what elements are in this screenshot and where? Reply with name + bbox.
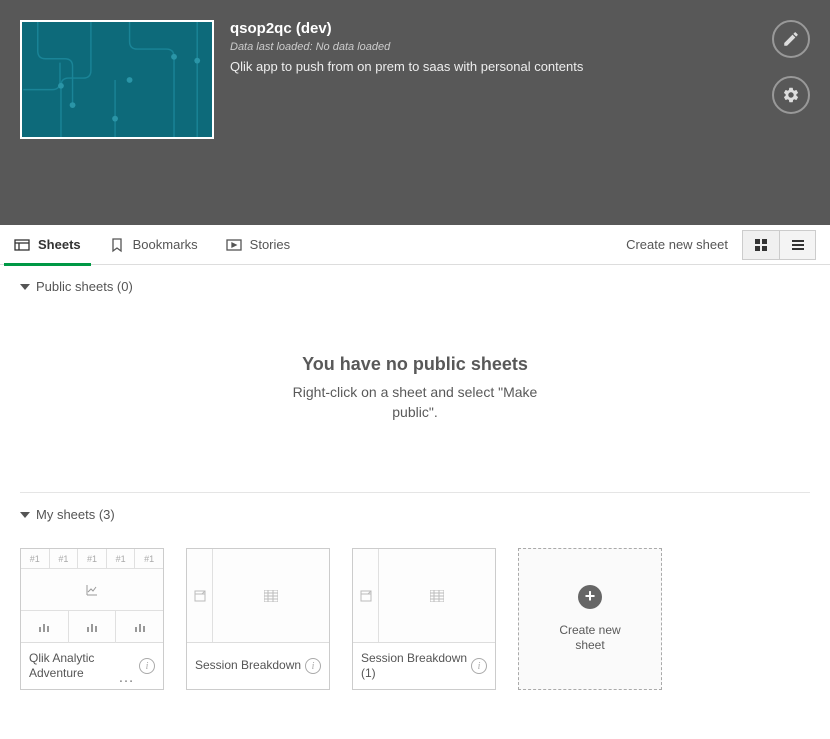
empty-title: You have no public sheets bbox=[20, 354, 810, 375]
sheets-icon bbox=[14, 237, 30, 253]
my-sheets-header[interactable]: My sheets (3) bbox=[0, 493, 830, 532]
sheet-title: Session Breakdown (1) bbox=[361, 651, 471, 682]
info-icon[interactable]: i bbox=[305, 658, 321, 674]
sheet-title: Session Breakdown bbox=[195, 658, 305, 674]
sheet-card[interactable]: Session Breakdown i bbox=[186, 548, 330, 690]
table-icon bbox=[430, 590, 444, 602]
caret-down-icon bbox=[20, 284, 30, 290]
grid-icon bbox=[754, 238, 768, 252]
app-header: qsop2qc (dev) Data last loaded: No data … bbox=[0, 0, 830, 225]
view-toggle bbox=[742, 230, 816, 260]
public-sheets-empty: You have no public sheets Right-click on… bbox=[0, 304, 830, 492]
sheet-preview bbox=[187, 549, 329, 643]
preview-placeholder: #1 bbox=[107, 549, 136, 568]
tabs: Sheets Bookmarks Stories bbox=[14, 225, 626, 265]
app-info: qsop2qc (dev) Data last loaded: No data … bbox=[230, 20, 810, 205]
edit-button[interactable] bbox=[772, 20, 810, 58]
sheet-preview bbox=[353, 549, 495, 643]
header-buttons bbox=[772, 20, 810, 114]
app-description: Qlik app to push from on prem to saas wi… bbox=[230, 59, 810, 74]
sheet-card[interactable]: Session Breakdown (1) i bbox=[352, 548, 496, 690]
line-chart-icon bbox=[86, 584, 98, 596]
preview-placeholder: #1 bbox=[21, 549, 50, 568]
list-icon bbox=[791, 238, 805, 252]
list-view-button[interactable] bbox=[779, 231, 815, 259]
table-icon bbox=[264, 590, 278, 602]
public-sheets-label: Public sheets (0) bbox=[36, 279, 133, 294]
create-card-label: Create new sheet bbox=[550, 623, 630, 654]
sheet-cards: #1 #1 #1 #1 #1 Qlik Analytic Adventure i bbox=[0, 532, 830, 706]
caret-down-icon bbox=[20, 512, 30, 518]
grid-view-button[interactable] bbox=[743, 231, 779, 259]
my-sheets-label: My sheets (3) bbox=[36, 507, 115, 522]
create-new-sheet-card[interactable]: + Create new sheet bbox=[518, 548, 662, 690]
app-thumbnail[interactable] bbox=[20, 20, 214, 139]
pencil-icon bbox=[782, 30, 800, 48]
sheet-preview: #1 #1 #1 #1 #1 bbox=[21, 549, 163, 643]
plus-icon: + bbox=[578, 585, 602, 609]
more-icon[interactable]: … bbox=[118, 669, 135, 687]
tab-sheets[interactable]: Sheets bbox=[14, 225, 81, 265]
bar-chart-icon bbox=[38, 621, 50, 633]
filter-icon bbox=[194, 590, 206, 602]
info-icon[interactable]: i bbox=[139, 658, 155, 674]
toolbar: Sheets Bookmarks Stories Create new shee… bbox=[0, 225, 830, 265]
sheet-card[interactable]: #1 #1 #1 #1 #1 Qlik Analytic Adventure i bbox=[20, 548, 164, 690]
bar-chart-icon bbox=[86, 621, 98, 633]
tab-stories[interactable]: Stories bbox=[226, 225, 290, 265]
tab-bookmarks-label: Bookmarks bbox=[133, 237, 198, 252]
preview-placeholder: #1 bbox=[135, 549, 163, 568]
create-new-sheet-link[interactable]: Create new sheet bbox=[626, 237, 728, 252]
empty-subtitle: Right-click on a sheet and select "Make … bbox=[275, 383, 555, 422]
app-title: qsop2qc (dev) bbox=[230, 20, 810, 37]
preview-placeholder: #1 bbox=[78, 549, 107, 568]
tab-stories-label: Stories bbox=[250, 237, 290, 252]
main-content: Public sheets (0) You have no public she… bbox=[0, 265, 830, 726]
info-icon[interactable]: i bbox=[471, 658, 487, 674]
filter-icon bbox=[360, 590, 372, 602]
tab-sheets-label: Sheets bbox=[38, 237, 81, 252]
bar-chart-icon bbox=[134, 621, 146, 633]
settings-button[interactable] bbox=[772, 76, 810, 114]
public-sheets-header[interactable]: Public sheets (0) bbox=[0, 265, 830, 304]
stories-icon bbox=[226, 237, 242, 253]
app-subtitle: Data last loaded: No data loaded bbox=[230, 41, 810, 53]
gear-icon bbox=[782, 86, 800, 104]
preview-placeholder: #1 bbox=[50, 549, 79, 568]
bookmark-icon bbox=[109, 237, 125, 253]
tab-bookmarks[interactable]: Bookmarks bbox=[109, 225, 198, 265]
